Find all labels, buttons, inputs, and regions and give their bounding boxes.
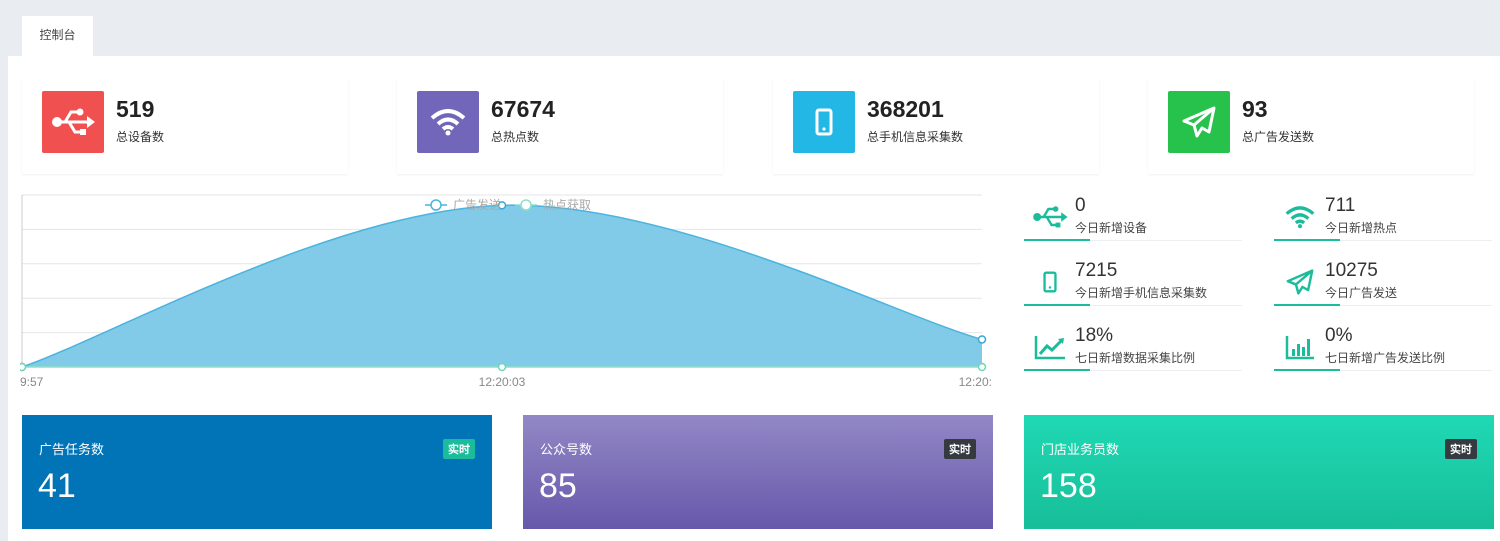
stat-value: 93 xyxy=(1242,96,1268,122)
paper-plane-icon xyxy=(1282,266,1318,298)
wifi-icon xyxy=(1282,201,1318,233)
today-mobile: 7215 今日新增手机信息采集数 xyxy=(1024,256,1242,320)
stat-value: 368201 xyxy=(867,96,944,122)
card-title: 公众号数 xyxy=(540,442,593,457)
x-tick-label: 12:20:03 xyxy=(479,375,526,389)
accent-bar xyxy=(1024,239,1090,241)
stat-label: 总设备数 xyxy=(116,130,165,144)
today-value: 7215 xyxy=(1075,260,1118,281)
mobile-icon xyxy=(793,91,855,153)
mobile-icon xyxy=(1032,266,1068,298)
realtime-badge: 实时 xyxy=(944,439,976,459)
seven-day-collection: 18% 七日新增数据采集比例 xyxy=(1024,321,1242,385)
usb-icon xyxy=(42,91,104,153)
accent-bar xyxy=(1024,369,1090,371)
card-title: 广告任务数 xyxy=(39,442,105,457)
stat-card-devices: 519 总设备数 xyxy=(22,78,348,174)
card-value: 158 xyxy=(1040,467,1097,505)
card-official-accounts: 公众号数 实时 85 xyxy=(523,415,993,529)
today-label: 七日新增广告发送比例 xyxy=(1325,351,1446,365)
today-devices: 0 今日新增设备 xyxy=(1024,191,1242,255)
stat-value: 519 xyxy=(116,96,155,122)
today-value: 0% xyxy=(1325,325,1353,346)
stat-label: 总热点数 xyxy=(491,130,540,144)
paper-plane-icon xyxy=(1168,91,1230,153)
today-label: 七日新增数据采集比例 xyxy=(1075,351,1196,365)
card-value: 85 xyxy=(539,467,577,505)
line-chart-icon xyxy=(1032,331,1068,363)
bar-chart-icon xyxy=(1282,331,1318,363)
wifi-icon xyxy=(417,91,479,153)
stat-card-mobile: 368201 总手机信息采集数 xyxy=(773,78,1099,174)
x-tick-label: 12:20: xyxy=(959,375,992,389)
today-value: 711 xyxy=(1325,195,1356,216)
accent-bar xyxy=(1024,304,1090,306)
today-label: 今日广告发送 xyxy=(1325,286,1398,300)
stat-card-ads: 93 总广告发送数 xyxy=(1148,78,1474,174)
tab-dashboard[interactable]: 控制台 xyxy=(22,16,93,56)
data-point-hotspots xyxy=(20,362,27,372)
accent-bar xyxy=(1274,369,1340,371)
accent-bar xyxy=(1274,304,1340,306)
data-point-ads xyxy=(977,335,987,344)
card-title: 门店业务员数 xyxy=(1041,442,1120,457)
tab-bar: 控制台 xyxy=(0,0,1500,56)
realtime-badge: 实时 xyxy=(1445,439,1477,459)
legend-marker xyxy=(430,199,442,211)
x-tick-label: 9:57 xyxy=(20,375,44,389)
accent-bar xyxy=(1274,239,1340,241)
today-label: 今日新增设备 xyxy=(1075,221,1148,235)
data-point-hotspots xyxy=(977,362,987,372)
legend-label: 广告发送 xyxy=(453,197,501,212)
today-ads: 10275 今日广告发送 xyxy=(1274,256,1492,320)
legend-label: 热点获取 xyxy=(543,198,591,212)
realtime-badge: 实时 xyxy=(443,439,475,459)
card-store-staff: 门店业务员数 实时 158 xyxy=(1024,415,1494,529)
stat-label: 总手机信息采集数 xyxy=(867,130,964,144)
today-label: 今日新增热点 xyxy=(1325,221,1398,235)
today-value: 18% xyxy=(1075,325,1114,346)
today-hotspots: 711 今日新增热点 xyxy=(1274,191,1492,255)
data-point-hotspots xyxy=(497,362,507,372)
today-value: 0 xyxy=(1075,195,1086,216)
stat-card-hotspots: 67674 总热点数 xyxy=(397,78,723,174)
stat-label: 总广告发送数 xyxy=(1242,130,1315,144)
today-label: 今日新增手机信息采集数 xyxy=(1075,286,1208,300)
area-chart: 9:57 12:20:03 12:20: 广告发送 热点获取 xyxy=(20,194,992,389)
card-value: 41 xyxy=(38,467,76,505)
stat-value: 67674 xyxy=(491,96,555,122)
seven-day-ads: 0% 七日新增广告发送比例 xyxy=(1274,321,1492,385)
legend-marker xyxy=(520,199,532,211)
today-value: 10275 xyxy=(1325,260,1378,281)
card-ad-tasks: 广告任务数 实时 41 xyxy=(22,415,492,529)
usb-icon xyxy=(1032,201,1068,233)
